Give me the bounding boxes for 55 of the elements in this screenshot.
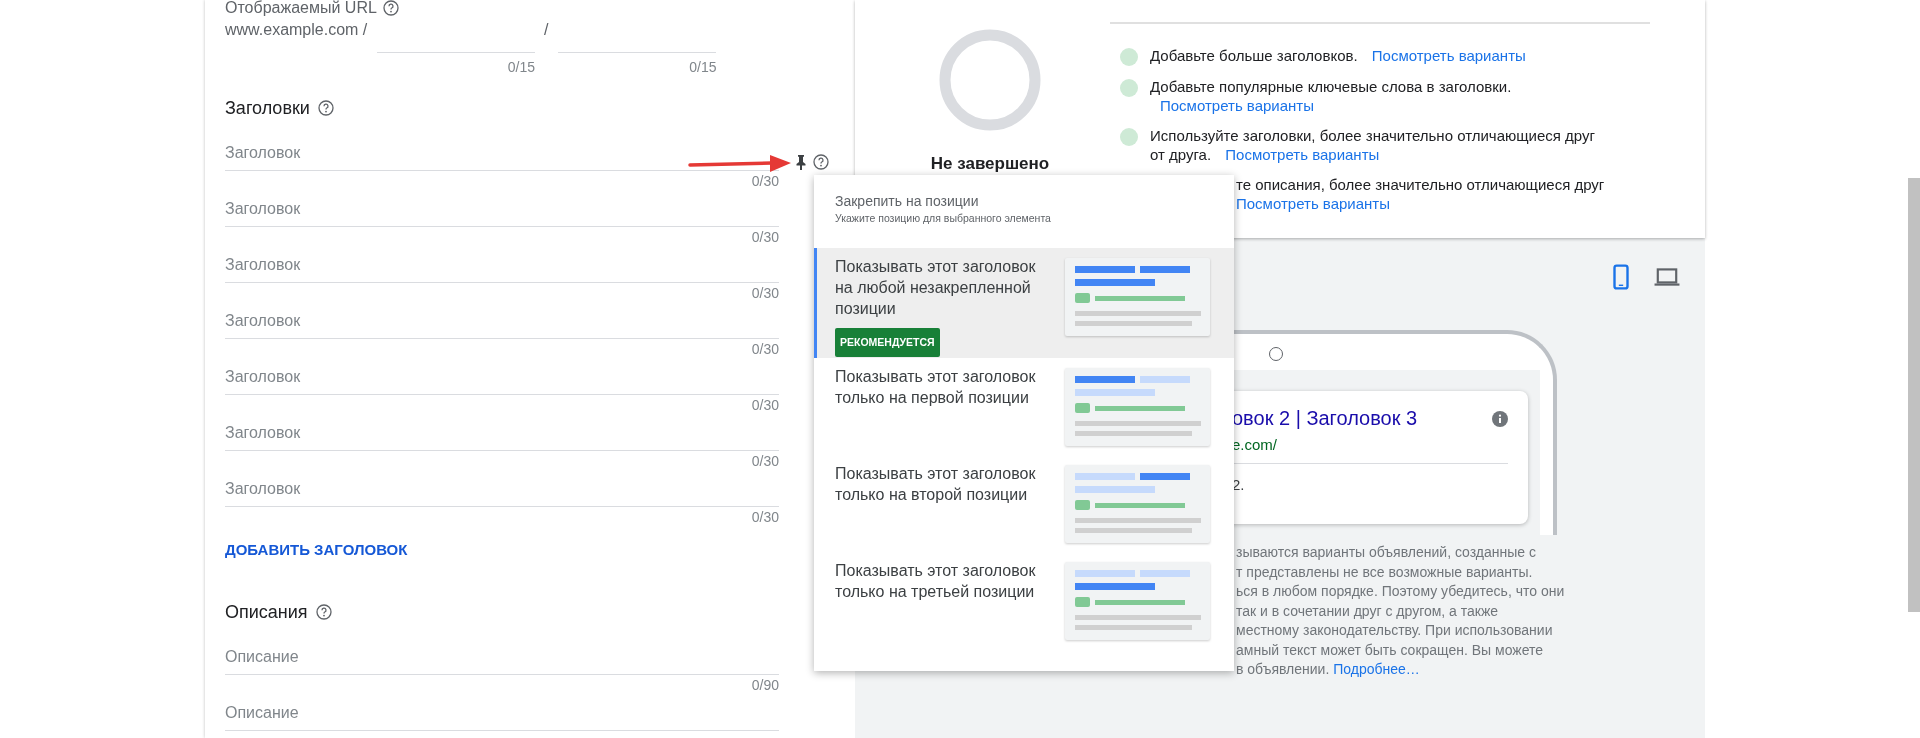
view-options-link[interactable]: Посмотреть варианты	[1160, 97, 1314, 114]
headline-field[interactable]: Заголовок	[225, 415, 665, 450]
help-icon[interactable]	[315, 604, 332, 620]
info-icon[interactable]	[1492, 410, 1508, 427]
ad-headline[interactable]: овок 2 | Заголовок 3	[1232, 407, 1418, 430]
headline-field[interactable]: Заголовок	[225, 359, 665, 394]
character-counter: 0/90	[751, 677, 779, 693]
character-counter: 0/30	[751, 453, 779, 469]
description-field[interactable]: Описание	[225, 695, 665, 730]
add-headline-link[interactable]: ДОБАВИТЬ ЗАГОЛОВОК	[225, 538, 408, 562]
headline-field[interactable]: Заголовок	[225, 135, 665, 170]
tip-dot	[1120, 48, 1138, 66]
tip-text: Используйте заголовки, более значительно отличающиеся друг от друга. Посмотреть варианты	[1150, 126, 1596, 164]
ad-url: e.com/	[1232, 436, 1278, 453]
help-icon[interactable]	[317, 100, 334, 116]
character-counter: 0/30	[751, 341, 779, 357]
character-counter: 0/30	[751, 285, 779, 301]
view-options-link[interactable]: Посмотреть варианты	[1225, 146, 1380, 163]
menu-subtitle: Укажите позицию для выбранного элемента	[835, 212, 1052, 224]
pin-icon[interactable]	[795, 154, 807, 170]
scrollbar-thumb[interactable]	[1908, 178, 1920, 612]
domain-text: www.example.com /	[225, 21, 369, 39]
strength-status: Не завершено	[930, 154, 1050, 174]
tip-text: Добавьте популярные ключевые слова в заголовки. Посмотреть варианты	[1150, 77, 1513, 115]
path-separator: /	[544, 21, 549, 39]
headline-field[interactable]: Заголовок	[225, 471, 665, 506]
character-counter: 0/30	[751, 173, 779, 189]
tip-dot	[1120, 79, 1138, 97]
menu-title: Закрепить на позиции	[835, 193, 980, 209]
headline-field[interactable]: Заголовок	[225, 303, 665, 338]
headline-field[interactable]: Заголовок	[225, 191, 665, 226]
section-title: Заголовки	[225, 97, 310, 119]
position-option[interactable]: Показывать этот заголовок на любой незакрепленной позиции РЕКОМЕНДУЕТСЯ	[814, 248, 1234, 358]
character-counter: 0/30	[751, 509, 779, 525]
learn-more-link[interactable]: Подробнее…	[1333, 661, 1420, 677]
position-option[interactable]: Показывать этот заголовок только на второй позиции	[814, 455, 1234, 552]
tip-text: те описания, более значительно отличающиеся друг Посмотреть варианты	[1236, 175, 1606, 213]
section-title: Описания	[225, 601, 308, 623]
view-options-link[interactable]: Посмотреть варианты	[1236, 195, 1390, 212]
character-counter: 0/30	[751, 397, 779, 413]
field-label: Отображаемый URL	[225, 0, 377, 17]
view-options-link[interactable]: Посмотреть варианты	[1371, 47, 1526, 64]
headline-field[interactable]: Заголовок	[225, 247, 665, 282]
tip-text: Добавьте больше заголовков. Посмотреть варианты	[1150, 46, 1527, 65]
help-icon[interactable]	[813, 154, 829, 170]
position-option[interactable]: Показывать этот заголовок только на первой позиции	[814, 358, 1234, 455]
character-counter: 0/15	[689, 59, 717, 75]
recommended-badge: РЕКОМЕНДУЕТСЯ	[835, 328, 940, 357]
disclaimer-text: зываются варианты объявлений, созданные с т представлены не все возможные варианты. ься в любом порядке. Поэтому убедитесь, что они так и в сочетании друг с другом, а также местному законодательству. При использовании амный текст может быть сокращен. Вы можете в объявлении. Подробнее…	[1236, 543, 1566, 679]
help-icon[interactable]	[382, 0, 399, 16]
character-counter: 0/30	[751, 229, 779, 245]
character-counter: 0/15	[507, 59, 535, 75]
tip-dot	[1120, 128, 1138, 146]
description-field[interactable]: Описание	[225, 639, 665, 674]
position-option[interactable]: Показывать этот заголовок только на третьей позиции	[814, 552, 1234, 649]
